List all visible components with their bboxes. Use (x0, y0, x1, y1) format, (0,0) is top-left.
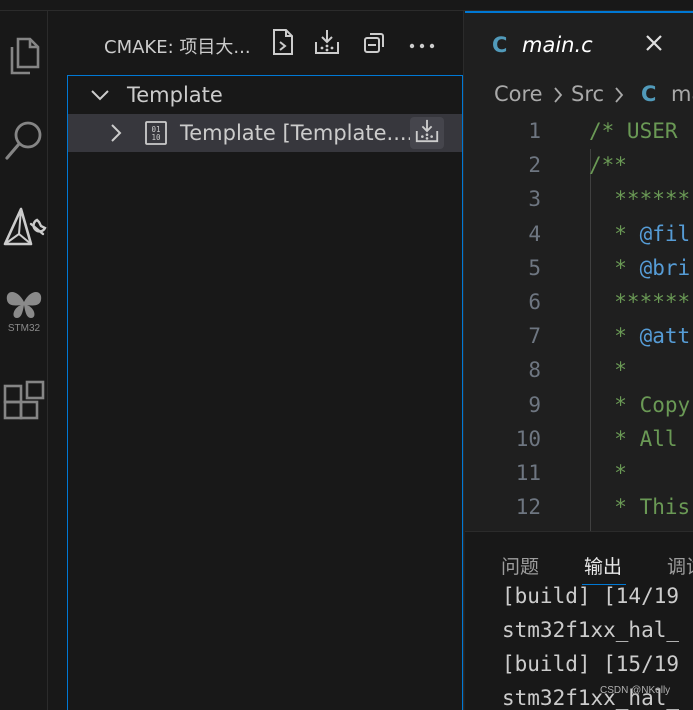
output-line: [build] [14/19 (502, 584, 680, 608)
code-text: * @fil (589, 221, 691, 246)
activity-bar: STM32 (0, 11, 48, 710)
code-text: * Copy (589, 392, 691, 417)
line-number: 2 (528, 153, 541, 178)
search-icon (2, 117, 46, 165)
build-target-button[interactable] (410, 117, 444, 149)
collapse-all-icon (362, 29, 388, 59)
doc-tag: @bri (639, 255, 691, 280)
code-text: * @att (589, 324, 691, 349)
extensions-activity-button[interactable] (0, 373, 48, 429)
code-line: 12 * This (465, 491, 693, 525)
build-button[interactable] (310, 27, 344, 61)
code-line: 5 * @bri (465, 252, 693, 286)
line-number: 4 (528, 221, 541, 246)
line-number: 9 (528, 392, 541, 417)
configure-button[interactable] (266, 27, 300, 61)
tab-main-c[interactable]: C main.c (465, 11, 693, 73)
watermark: CSDN @NKelly (600, 685, 671, 696)
tab-label: main.c (522, 33, 593, 57)
breadcrumb-file[interactable]: ma (671, 82, 693, 106)
sidebar-title: CMAKE: 项目大... (104, 37, 251, 58)
sidebar-header: CMAKE: 项目大... (48, 11, 464, 75)
svg-text:10: 10 (151, 133, 161, 142)
chevron-right-icon[interactable] (106, 123, 126, 143)
chevron-right-icon (553, 86, 563, 108)
doc-tag: @att (639, 324, 691, 349)
line-number: 3 (528, 187, 541, 212)
code-line: 6 ****** (465, 286, 693, 320)
tab-problems[interactable]: 问题 (501, 552, 539, 579)
tree-item-template-root[interactable]: Template (68, 76, 462, 114)
more-icon (409, 35, 435, 54)
code-line: 9 * Copy (465, 389, 693, 423)
tree-item-label: Template (127, 83, 223, 107)
code-line: 11 * (465, 457, 693, 491)
cmake-sidebar: CMAKE: 项目大... Template 01 10 Template [T… (48, 11, 464, 710)
project-tree: Template 01 10 Template [Template.... (67, 75, 463, 710)
line-number: 10 (515, 426, 541, 451)
code-line: 7 * @att (465, 320, 693, 354)
line-number: 6 (528, 290, 541, 314)
files-icon (4, 33, 44, 77)
code-text: * @bri (589, 255, 691, 280)
line-number: 11 (515, 461, 541, 485)
bottom-panel: 问题 输出 调试 [build] [14/19 stm32f1xx_hal_ [bu… (465, 531, 693, 710)
line-number: 12 (515, 495, 541, 520)
code-text: /* USER (589, 119, 678, 143)
collapse-all-button[interactable] (358, 27, 392, 61)
output-line: stm32f1xx_hal_ (502, 618, 680, 642)
configure-file-icon (270, 28, 296, 60)
code-text: ****** (589, 290, 691, 314)
code-text: ****** (589, 187, 691, 212)
build-icon (313, 28, 341, 60)
more-actions-button[interactable] (405, 27, 439, 61)
breadcrumb-core[interactable]: Core (494, 82, 543, 106)
code-editor[interactable]: 1/* USER 2/** 3 ****** 4 * @fil 5 * @bri 6 **… (465, 115, 693, 531)
binary-file-icon: 01 10 (144, 121, 168, 149)
cmake-icon (1, 204, 47, 250)
code-line: 3 ****** (465, 183, 693, 217)
chevron-down-icon[interactable] (90, 85, 110, 105)
window-top-border (0, 0, 693, 11)
code-line: 1 /* USER (465, 115, 693, 149)
code-text: * (589, 461, 627, 485)
tab-debug-console[interactable]: 调试 (667, 552, 693, 579)
c-file-icon: C (492, 33, 508, 57)
chevron-right-icon (614, 86, 624, 108)
build-icon (414, 118, 440, 148)
breadcrumb: Core Src C ma (465, 73, 693, 117)
output-line: [build] [15/19 (502, 652, 680, 676)
code-text: * This (589, 495, 691, 520)
close-icon[interactable] (641, 30, 667, 56)
editor-tab-bar: C main.c (465, 11, 693, 73)
explorer-activity-button[interactable] (0, 27, 48, 83)
extensions-icon (1, 378, 47, 424)
tree-item-template-target[interactable]: 01 10 Template [Template.... (68, 114, 462, 152)
stm32-activity-button[interactable]: STM32 (0, 283, 48, 339)
code-line: 2 /** (465, 149, 693, 183)
cmake-activity-button[interactable] (0, 199, 48, 255)
line-number: 7 (528, 324, 541, 349)
code-line: 8 * (465, 354, 693, 388)
code-line: 4 * @fil (465, 218, 693, 252)
code-text: * (589, 358, 627, 383)
editor-group: C main.c Core Src C ma 1/* USER2/**3 ***… (465, 11, 693, 531)
code-text: * All (589, 426, 678, 451)
line-number: 1 (528, 119, 541, 143)
code-line: 10 * All (465, 423, 693, 457)
c-file-icon: C (641, 82, 657, 106)
stm32-label: STM32 (7, 323, 41, 334)
search-activity-button[interactable] (0, 113, 48, 169)
line-number: 5 (528, 255, 541, 280)
stm32-butterfly-icon (3, 288, 45, 322)
tab-output[interactable]: 输出 (584, 552, 622, 579)
breadcrumb-src[interactable]: Src (571, 82, 604, 106)
code-text: /** (589, 153, 627, 178)
line-number: 8 (528, 358, 541, 383)
doc-tag: @fil (639, 221, 691, 246)
tree-item-label: Template [Template.... (180, 121, 414, 145)
